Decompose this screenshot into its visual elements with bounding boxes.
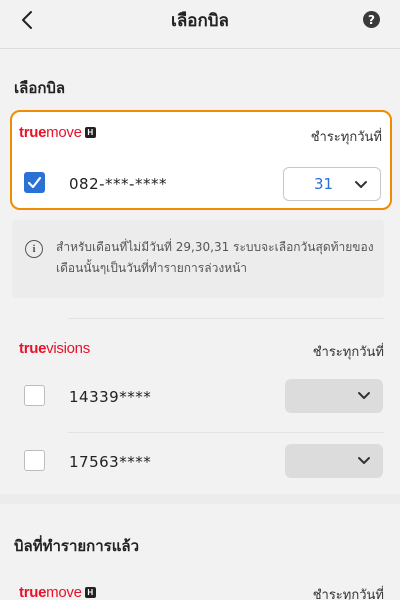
selected-day-value: 31 bbox=[314, 175, 334, 193]
truemove-logo: true move H bbox=[19, 584, 96, 600]
truemove-logo: true move H bbox=[19, 124, 96, 141]
pay-every-day-label: ชำระทุกวันที่ bbox=[312, 345, 384, 360]
truevisions-number-1: 14339**** bbox=[69, 388, 152, 406]
chevron-down-icon bbox=[358, 392, 370, 399]
section-title-select-bill: เลือกบิล bbox=[14, 79, 66, 97]
page-title: เลือกบิล bbox=[171, 10, 229, 31]
info-note-box: i สำหรับเดือนที่ไม่มีวันที่ 29,30,31 ระบ… bbox=[12, 220, 384, 298]
truevisions-logo: true visions bbox=[19, 340, 90, 357]
help-icon[interactable]: ? bbox=[363, 11, 380, 28]
info-note-text: สำหรับเดือนที่ไม่มีวันที่ 29,30,31 ระบบจ… bbox=[56, 240, 374, 275]
truevisions-checkbox-1[interactable] bbox=[24, 385, 45, 406]
truevisions-checkbox-2[interactable] bbox=[24, 450, 45, 471]
divider bbox=[68, 432, 384, 433]
section-separator bbox=[0, 494, 400, 504]
check-icon bbox=[27, 176, 42, 189]
chevron-down-icon bbox=[355, 181, 367, 188]
truemove-bill-card: true move H ชำระทุกวันที่ 082-***-**** 31 bbox=[10, 110, 392, 210]
header-bar: เลือกบิล ? bbox=[0, 0, 400, 40]
pay-every-day-label: ชำระทุกวันที่ bbox=[310, 130, 382, 145]
divider bbox=[68, 318, 384, 319]
day-select-truevisions-1[interactable] bbox=[285, 379, 383, 413]
info-icon: i bbox=[25, 240, 43, 258]
chevron-left-icon[interactable] bbox=[16, 8, 40, 32]
truevisions-number-2: 17563**** bbox=[69, 453, 152, 471]
header-divider bbox=[0, 48, 400, 49]
section-title-completed-bills: บิลที่ทำรายการแล้ว bbox=[14, 537, 140, 555]
truemove-number: 082-***-**** bbox=[69, 175, 167, 193]
day-select-truevisions-2[interactable] bbox=[285, 444, 383, 478]
pay-every-day-label: ชำระทุกวันที่ bbox=[312, 588, 384, 600]
day-select-truemove[interactable]: 31 bbox=[283, 167, 381, 201]
truemove-checkbox[interactable] bbox=[24, 172, 45, 193]
chevron-down-icon bbox=[358, 457, 370, 464]
